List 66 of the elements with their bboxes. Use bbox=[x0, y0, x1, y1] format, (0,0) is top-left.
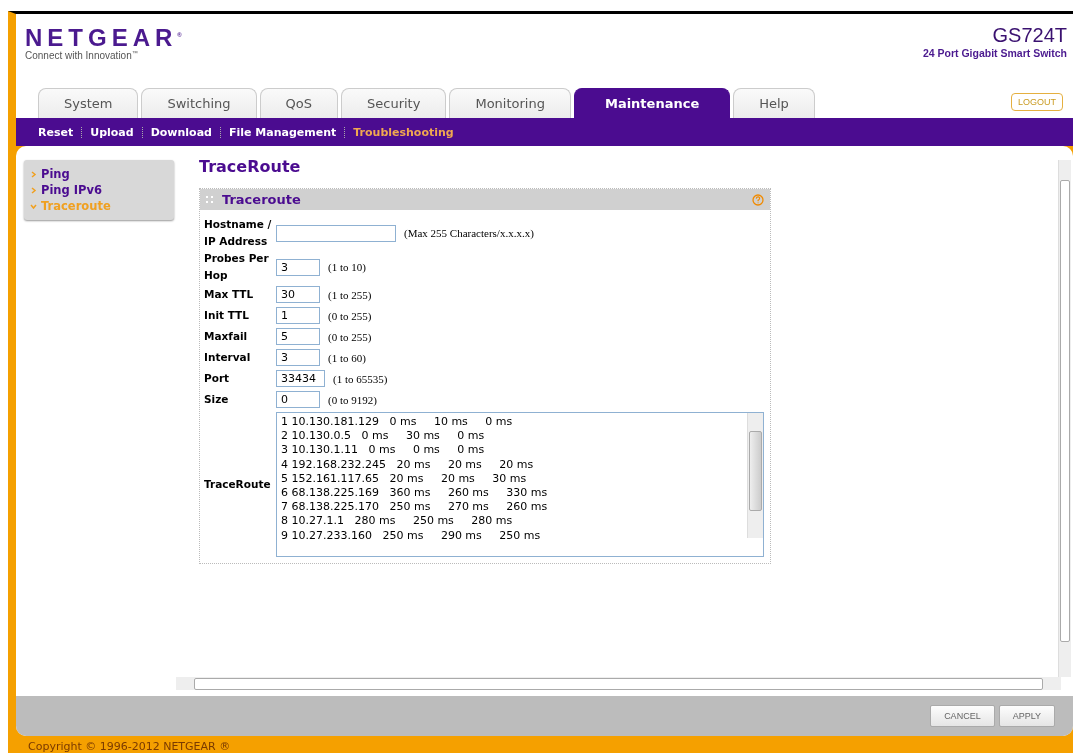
trace-line: 4 192.168.232.245 20 ms 20 ms 20 ms bbox=[281, 457, 535, 472]
trace-line: 2 10.130.0.5 0 ms 30 ms 0 ms bbox=[281, 429, 486, 444]
input-field[interactable]: 1 bbox=[276, 307, 320, 324]
nav-tab[interactable]: Monitoring bbox=[449, 88, 571, 118]
scrollbar[interactable] bbox=[747, 413, 763, 538]
trace-line: 8 10.27.1.1 280 ms 250 ms 280 ms bbox=[281, 514, 514, 529]
chevron-down-icon bbox=[30, 203, 37, 210]
input-field[interactable]: 0 bbox=[276, 391, 320, 408]
model-name: GS724T bbox=[991, 24, 1067, 47]
nav-tab[interactable]: QoS bbox=[259, 88, 339, 118]
range-hint: (0 to 9192) bbox=[328, 393, 377, 406]
range-hint: (Max 255 Characters/x.x.x.x) bbox=[404, 227, 534, 239]
netgear-logo: NETGEAR$^{®}$ bbox=[25, 24, 182, 51]
product-description: 24 Port Gigabit Smart Switch bbox=[922, 47, 1067, 59]
sidebar-item[interactable]: Ping bbox=[30, 166, 168, 182]
nav-tab[interactable]: Switching bbox=[141, 88, 257, 118]
input-field[interactable]: 3 bbox=[276, 258, 320, 276]
subnav-link[interactable]: Download bbox=[150, 125, 212, 139]
trace-line: 1 10.130.181.129 0 ms 10 ms 0 ms bbox=[281, 415, 514, 430]
input-field[interactable]: 30 bbox=[276, 286, 320, 303]
input-field[interactable]: 33434 bbox=[276, 370, 325, 387]
panel-title: Traceroute bbox=[222, 192, 302, 207]
grip-icon bbox=[206, 195, 214, 204]
field-label: Interval bbox=[204, 350, 252, 365]
sidebar-item[interactable]: Ping IPv6 bbox=[30, 182, 168, 198]
nav-tab[interactable]: System bbox=[38, 88, 139, 118]
cancel-button[interactable]: CANCEL bbox=[930, 705, 995, 727]
subnav-link[interactable]: Reset bbox=[38, 125, 74, 139]
page-scrollbar[interactable] bbox=[1058, 160, 1071, 677]
page-title: TraceRoute bbox=[199, 157, 302, 176]
copyright-text: Copyright © 1996-2012 NETGEAR ® bbox=[27, 739, 232, 753]
field-label: Init TTL bbox=[204, 308, 250, 323]
help-icon[interactable] bbox=[752, 193, 764, 206]
chevron-right-icon bbox=[30, 171, 37, 178]
output-textarea[interactable] bbox=[276, 412, 764, 557]
subnav-link[interactable]: Troubleshooting bbox=[353, 125, 454, 139]
field-label: Probes Per Hop bbox=[204, 251, 270, 283]
nav-tab[interactable]: Security bbox=[341, 88, 447, 118]
subnav-link[interactable]: Upload bbox=[90, 125, 134, 139]
trace-line: 5 152.161.117.65 20 ms 20 ms 30 ms bbox=[281, 471, 528, 486]
trace-line: 3 10.130.1.11 0 ms 0 ms 0 ms bbox=[281, 443, 486, 458]
range-hint: (0 to 255) bbox=[328, 330, 372, 343]
range-hint: (0 to 255) bbox=[328, 309, 372, 322]
subnav-link[interactable]: File Management bbox=[228, 125, 337, 139]
trace-line: 9 10.27.233.160 250 ms 290 ms 250 ms bbox=[281, 528, 542, 543]
field-label: Maxfail bbox=[204, 329, 249, 344]
field-label: Max TTL bbox=[204, 287, 255, 302]
tagline: Connect with Innovation$^{™}$ bbox=[25, 50, 139, 62]
range-hint: (1 to 255) bbox=[328, 288, 372, 301]
input-field[interactable]: 5 bbox=[276, 328, 320, 345]
trace-line: 7 68.138.225.170 250 ms 270 ms 260 ms bbox=[281, 500, 549, 515]
field-label: Hostname / IP Address bbox=[204, 217, 272, 249]
chevron-right-icon bbox=[30, 187, 37, 194]
field-label: Port bbox=[204, 371, 231, 386]
field-label: TraceRoute bbox=[204, 477, 272, 492]
field-label: Size bbox=[204, 392, 230, 407]
nav-tab[interactable]: Maintenance bbox=[573, 88, 731, 118]
horizontal-scrollbar[interactable] bbox=[176, 677, 1061, 690]
input-field[interactable]: 3 bbox=[276, 349, 320, 366]
nav-tab[interactable]: Help bbox=[733, 88, 815, 118]
range-hint: (1 to 65535) bbox=[333, 372, 388, 385]
input-field[interactable] bbox=[276, 224, 396, 242]
trace-line: 6 68.138.225.169 360 ms 260 ms 330 ms bbox=[281, 486, 549, 501]
range-hint: (1 to 10) bbox=[328, 261, 366, 273]
range-hint: (1 to 60) bbox=[328, 351, 366, 364]
apply-button[interactable]: APPLY bbox=[998, 705, 1055, 727]
